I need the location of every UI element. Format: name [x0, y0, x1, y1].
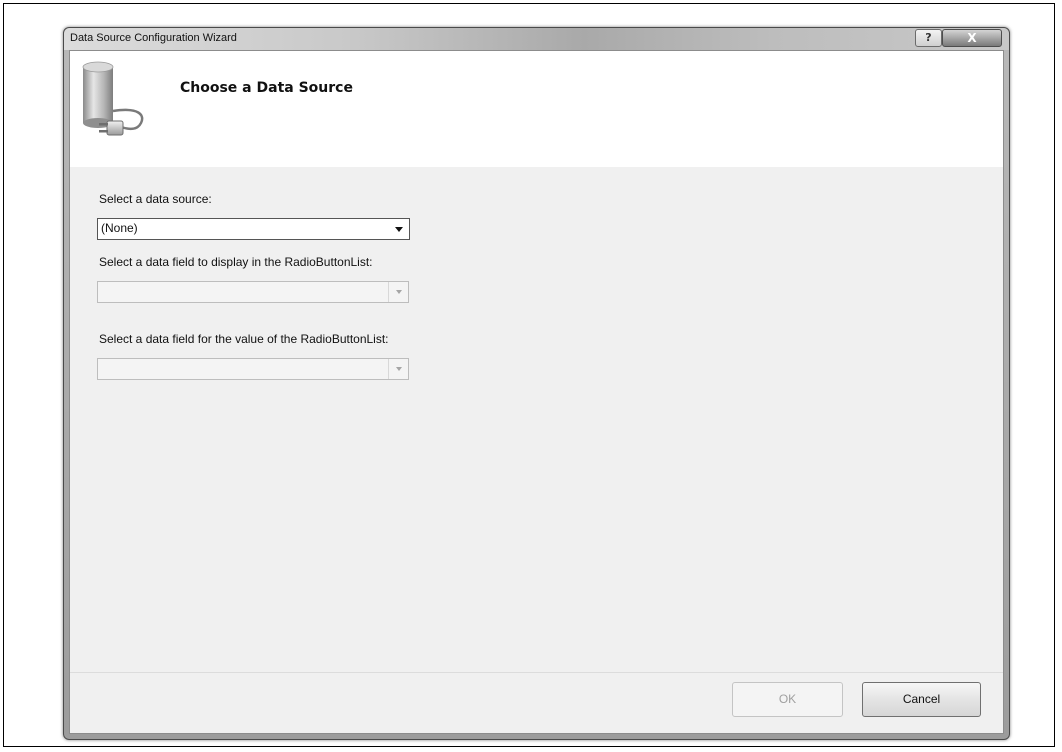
footer-divider	[70, 672, 1003, 673]
data-source-dropdown[interactable]: (None)	[97, 218, 410, 240]
window-title: Data Source Configuration Wizard	[70, 32, 237, 44]
display-field-dropdown[interactable]	[97, 281, 409, 303]
page-title: Choose a Data Source	[180, 80, 353, 96]
display-field-label: Select a data field to display in the Ra…	[99, 255, 373, 269]
title-bar[interactable]: Data Source Configuration Wizard ? X	[64, 28, 1009, 50]
dialog-client-area: Choose a Data Source Select a data sourc…	[69, 50, 1004, 734]
cancel-button[interactable]: Cancel	[862, 682, 981, 717]
help-button[interactable]: ?	[915, 29, 942, 47]
data-source-label: Select a data source:	[99, 192, 212, 206]
value-field-label: Select a data field for the value of the…	[99, 332, 389, 346]
data-source-value: (None)	[101, 221, 138, 235]
wizard-dialog: Data Source Configuration Wizard ? X Cho…	[63, 27, 1010, 740]
database-plug-icon	[82, 61, 144, 136]
chevron-down-icon[interactable]	[388, 282, 408, 302]
wizard-header: Choose a Data Source	[70, 51, 1003, 167]
chevron-down-icon[interactable]	[388, 359, 408, 379]
value-field-dropdown[interactable]	[97, 358, 409, 380]
chevron-down-icon[interactable]	[389, 219, 409, 239]
close-button[interactable]: X	[942, 29, 1002, 47]
ok-button[interactable]: OK	[732, 682, 843, 717]
